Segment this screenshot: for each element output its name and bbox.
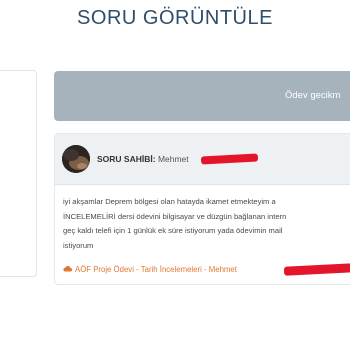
redaction-mark xyxy=(283,263,350,276)
question-body-line: İNCELEMELİRİ dersi ödevini bilgisayar ve… xyxy=(63,211,287,221)
question-card: SORU SAHİBİ: Mehmet iyi akşamlar Deprem … xyxy=(54,133,350,285)
deadline-alert-banner: Ödev gecikm xyxy=(54,71,350,121)
question-tags: AÖF Proje Ödevi - Tarih İncelemeleri - M… xyxy=(63,265,237,274)
alert-text: Ödev gecikm xyxy=(285,90,341,101)
question-owner-name[interactable]: Mehmet xyxy=(158,154,189,164)
question-card-header: SORU SAHİBİ: Mehmet xyxy=(55,134,350,185)
question-owner-label: SORU SAHİBİ: xyxy=(97,154,156,164)
redaction-mark xyxy=(200,153,259,165)
question-body-line: istiyorum xyxy=(63,240,94,250)
avatar-image xyxy=(62,145,90,173)
avatar[interactable] xyxy=(62,145,90,173)
page-title: SORU GÖRÜNTÜLE xyxy=(77,7,273,29)
left-side-panel xyxy=(0,70,37,277)
question-body: iyi akşamlar Deprem bölgesi olan hatayda… xyxy=(63,195,350,253)
question-body-line: geç kaldı telefi için 1 günlük ek süre i… xyxy=(63,226,283,235)
cloud-icon xyxy=(63,265,72,272)
question-owner: SORU SAHİBİ: Mehmet xyxy=(97,154,189,164)
question-body-line: iyi akşamlar Deprem bölgesi olan hatayda… xyxy=(63,197,276,206)
question-tags-link[interactable]: AÖF Proje Ödevi - Tarih İncelemeleri - M… xyxy=(75,265,237,274)
